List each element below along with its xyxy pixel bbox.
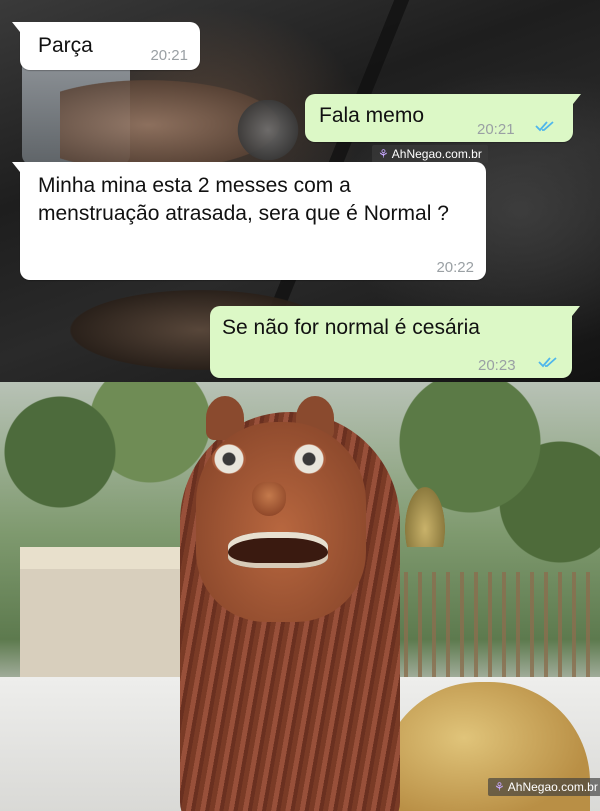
message-bubble-outgoing[interactable]: Fala memo 20:21 (305, 94, 581, 142)
lion-eye (212, 444, 246, 474)
message-time: 20:23 (478, 357, 516, 374)
lion-nose (252, 482, 286, 516)
double-check-icon (535, 121, 554, 132)
watermark-logo-icon: ⚘ (378, 147, 389, 161)
dome-roof (405, 487, 445, 547)
watermark: ⚘ AhNegao.com.br (488, 778, 600, 796)
message-text: Minha mina esta 2 messes com a menstruaç… (38, 174, 449, 225)
skull-tattoo-image (228, 100, 308, 160)
lion-mouth (228, 532, 328, 568)
double-check-icon (538, 357, 557, 368)
watermark: ⚘ AhNegao.com.br (372, 145, 488, 163)
lion-statue-photo (0, 382, 600, 811)
chat-screenshot: Parça 20:21 Fala memo 20:21 ⚘ AhNegao.com… (0, 0, 600, 382)
watermark-text: AhNegao.com.br (507, 780, 598, 794)
message-text: Fala memo (319, 104, 425, 127)
message-bubble-incoming[interactable]: Minha mina esta 2 messes com a menstruaç… (12, 162, 486, 280)
fence-background (390, 572, 600, 682)
message-text: Se não for normal é cesária (222, 316, 480, 339)
message-text: Parça (38, 34, 93, 57)
message-time: 20:21 (150, 47, 188, 64)
watermark-logo-icon: ⚘ (494, 780, 505, 794)
message-bubble-incoming[interactable]: Parça 20:21 (12, 22, 200, 70)
message-time: 20:21 (477, 121, 515, 138)
message-bubble-outgoing[interactable]: Se não for normal é cesária 20:23 (210, 306, 580, 378)
message-time: 20:22 (436, 259, 474, 276)
watermark-text: AhNegao.com.br (391, 147, 482, 161)
lion-eye (292, 444, 326, 474)
